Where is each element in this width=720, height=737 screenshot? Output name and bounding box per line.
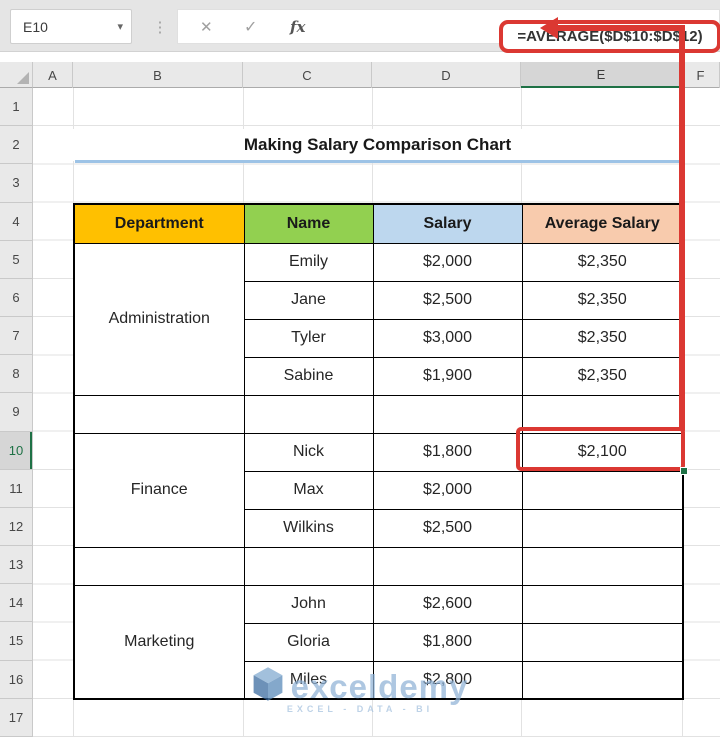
- row-header-10[interactable]: 10: [0, 432, 32, 470]
- name-cell[interactable]: Gloria: [244, 623, 373, 661]
- row-header-15[interactable]: 15: [0, 622, 32, 660]
- name-cell[interactable]: Miles: [244, 661, 373, 699]
- name-cell[interactable]: Emily: [244, 243, 373, 281]
- title-underline: [75, 160, 682, 163]
- salary-cell[interactable]: $2,500: [373, 281, 522, 319]
- dept-cell[interactable]: Marketing: [74, 585, 244, 699]
- name-cell[interactable]: Max: [244, 471, 373, 509]
- row-header-17[interactable]: 17: [0, 699, 32, 737]
- dept-cell[interactable]: Finance: [74, 433, 244, 547]
- column-header-a[interactable]: A: [33, 62, 73, 88]
- salary-cell[interactable]: $2,600: [373, 585, 522, 623]
- blank-row: [74, 395, 683, 433]
- avg-cell[interactable]: $2,350: [522, 281, 683, 319]
- cancel-icon[interactable]: ✕: [200, 18, 213, 36]
- blank-cell[interactable]: [522, 395, 683, 433]
- salary-table: Department Name Salary Average Salary Ad…: [73, 203, 684, 700]
- column-header-d[interactable]: D: [372, 62, 521, 88]
- row-header-1[interactable]: 1: [0, 88, 32, 126]
- name-cell[interactable]: Tyler: [244, 319, 373, 357]
- row-header-12[interactable]: 12: [0, 508, 32, 546]
- table-row: Finance Nick $1,800 $2,100: [74, 433, 683, 471]
- row-header-8[interactable]: 8: [0, 355, 32, 393]
- salary-cell[interactable]: $2,000: [373, 471, 522, 509]
- avg-cell[interactable]: $2,350: [522, 243, 683, 281]
- row-header-6[interactable]: 6: [0, 279, 32, 317]
- name-cell[interactable]: Nick: [244, 433, 373, 471]
- name-cell[interactable]: Sabine: [244, 357, 373, 395]
- row-header-5[interactable]: 5: [0, 241, 32, 279]
- blank-cell[interactable]: [244, 547, 373, 585]
- row-header-9[interactable]: 9: [0, 393, 32, 431]
- formula-highlight-box: =AVERAGE($D$10:$D$12): [499, 20, 720, 53]
- sheet-title[interactable]: Making Salary Comparison Chart: [73, 129, 682, 161]
- name-cell[interactable]: Jane: [244, 281, 373, 319]
- dept-cell[interactable]: Administration: [74, 243, 244, 395]
- avg-cell[interactable]: $2,350: [522, 357, 683, 395]
- salary-cell[interactable]: $1,900: [373, 357, 522, 395]
- table-row: Marketing John $2,600: [74, 585, 683, 623]
- enter-icon[interactable]: ✓: [244, 17, 257, 37]
- name-box-value: E10: [23, 19, 117, 35]
- blank-cell[interactable]: [373, 395, 522, 433]
- row-header-7[interactable]: 7: [0, 317, 32, 355]
- avg-cell[interactable]: [522, 471, 683, 509]
- salary-cell[interactable]: $2,500: [373, 509, 522, 547]
- avg-cell[interactable]: [522, 585, 683, 623]
- select-all-triangle-icon: [17, 72, 29, 84]
- salary-cell[interactable]: $2,800: [373, 661, 522, 699]
- salary-cell[interactable]: $1,800: [373, 623, 522, 661]
- header-salary[interactable]: Salary: [373, 204, 522, 243]
- name-cell[interactable]: John: [244, 585, 373, 623]
- row-header-14[interactable]: 14: [0, 584, 32, 622]
- blank-cell[interactable]: [373, 547, 522, 585]
- insert-function-icon[interactable]: fx: [290, 18, 305, 36]
- row-header-2[interactable]: 2: [0, 126, 32, 164]
- blank-cell[interactable]: [74, 395, 244, 433]
- table-row: Administration Emily $2,000 $2,350: [74, 243, 683, 281]
- name-box-dropdown-icon[interactable]: ▾: [117, 20, 123, 33]
- name-cell[interactable]: Wilkins: [244, 509, 373, 547]
- row-header-13[interactable]: 13: [0, 546, 32, 584]
- column-header-e[interactable]: E: [521, 62, 682, 88]
- table-header-row: Department Name Salary Average Salary: [74, 204, 683, 243]
- avg-cell[interactable]: [522, 623, 683, 661]
- row-header-16[interactable]: 16: [0, 661, 32, 699]
- column-header-b[interactable]: B: [73, 62, 243, 88]
- salary-cell[interactable]: $2,000: [373, 243, 522, 281]
- name-box[interactable]: E10 ▾: [10, 9, 132, 44]
- avg-cell[interactable]: [522, 661, 683, 699]
- column-header-c[interactable]: C: [243, 62, 372, 88]
- blank-cell[interactable]: [74, 547, 244, 585]
- avg-cell[interactable]: [522, 509, 683, 547]
- blank-cell[interactable]: [522, 547, 683, 585]
- avg-cell-e10[interactable]: $2,100: [522, 433, 683, 471]
- formula-toolbar: E10 ▾ ⋮ ✕ ✓ fx =AVERAGE($D$10:$D$12): [0, 0, 720, 52]
- header-average-salary[interactable]: Average Salary: [522, 204, 683, 243]
- column-headers: A B C D E F: [33, 62, 720, 88]
- excel-window: E10 ▾ ⋮ ✕ ✓ fx =AVERAGE($D$10:$D$12) A B…: [0, 0, 720, 737]
- header-name[interactable]: Name: [244, 204, 373, 243]
- watermark-tagline: EXCEL - DATA - BI: [287, 704, 433, 714]
- row-header-3[interactable]: 3: [0, 164, 32, 202]
- column-header-f[interactable]: F: [682, 62, 720, 88]
- row-header-4[interactable]: 4: [0, 203, 32, 241]
- blank-row: [74, 547, 683, 585]
- formula-bar[interactable]: ✕ ✓ fx =AVERAGE($D$10:$D$12): [177, 9, 720, 44]
- salary-cell[interactable]: $3,000: [373, 319, 522, 357]
- avg-cell[interactable]: $2,350: [522, 319, 683, 357]
- blank-cell[interactable]: [244, 395, 373, 433]
- header-department[interactable]: Department: [74, 204, 244, 243]
- row-headers: 1 2 3 4 5 6 7 8 9 10 11 12 13 14 15 16 1…: [0, 88, 33, 737]
- row-header-11[interactable]: 11: [0, 470, 32, 508]
- toolbar-divider-icon: ⋮: [153, 9, 167, 44]
- salary-cell[interactable]: $1,800: [373, 433, 522, 471]
- select-all-corner[interactable]: [0, 62, 33, 88]
- formula-text[interactable]: =AVERAGE($D$10:$D$12): [517, 28, 702, 45]
